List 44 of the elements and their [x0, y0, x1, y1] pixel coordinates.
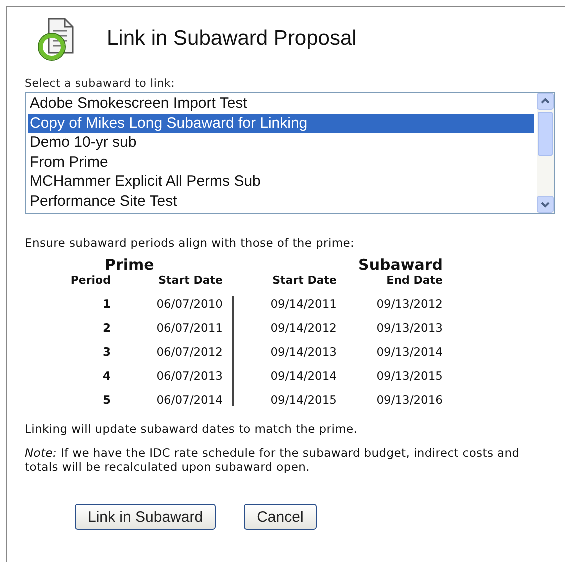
table-cell-text: 1	[102, 296, 111, 313]
column-header: End Date	[386, 274, 443, 289]
scroll-up-icon[interactable]	[537, 93, 554, 110]
table-cell-text: 3	[102, 344, 111, 361]
table-cell-text: 09/13/2012	[376, 296, 443, 313]
group-header: Prime	[104, 256, 156, 274]
list-item[interactable]: Demo 10-yr sub	[28, 133, 534, 152]
table-cell-text: 09/14/2013	[270, 344, 337, 361]
table-cell-text: 06/07/2012	[156, 344, 223, 361]
table-cell-text: 09/14/2011	[270, 296, 337, 313]
table-cell-text: 06/07/2013	[156, 368, 223, 385]
column-header: Period	[70, 274, 111, 289]
table-cell-text: 06/07/2010	[156, 296, 223, 313]
table-cell-text: 09/14/2014	[270, 368, 337, 385]
table-cell-text: 06/07/2011	[156, 320, 223, 337]
dialog-title: Link in Subaward Proposal	[107, 27, 357, 51]
table-cell-text: 4	[102, 368, 111, 385]
list-item[interactable]: Copy of Mikes Long Subaward for Linking	[28, 114, 534, 133]
table-cell-text: 09/14/2012	[270, 320, 337, 337]
list-label: Select a subaward to link:	[25, 77, 176, 90]
table-cell-text: 06/07/2014	[156, 392, 223, 409]
table-cell-text: 2	[102, 320, 111, 337]
table-cell-text: 09/13/2013	[376, 320, 443, 337]
group-header: Subaward	[358, 256, 443, 274]
list-item[interactable]: MCHammer Explicit All Perms Sub	[28, 172, 534, 192]
scrollbar-thumb[interactable]	[538, 112, 553, 156]
column-header: Start Date	[272, 274, 337, 289]
scrollbar[interactable]	[537, 93, 554, 213]
table-cell-text: 09/13/2016	[376, 392, 443, 409]
table-cell-text: 09/13/2015	[376, 368, 443, 385]
table-cell-text: 5	[102, 392, 111, 409]
instructions-text: Ensure subaward periods align with those of the prime:	[25, 236, 356, 250]
list-item[interactable]: Adobe Smokescreen Import Test	[28, 94, 534, 114]
scroll-down-icon[interactable]	[537, 196, 554, 213]
link-button[interactable]: Link in Subaward	[75, 504, 216, 530]
note-text: Note: If we have the IDC rate schedule for the subaward budget, indirect costs and totals will be recalculated upon subaward open.	[25, 446, 521, 474]
list-item[interactable]: From Prime	[28, 152, 534, 172]
subaward-listbox[interactable]: Adobe Smokescreen Import Test Copy of Mikes Long Subaward for Linking Demo 10-yr sub From Prime MCHammer Explicit All Perms Sub Performance Site Test	[25, 92, 555, 214]
list-item[interactable]: Performance Site Test	[28, 192, 534, 211]
column-header: Start Date	[158, 274, 223, 289]
linking-note: Linking will update subaward dates to match the prime.	[25, 422, 359, 436]
table-cell-text: 09/13/2014	[376, 344, 443, 361]
table-cell-text: 09/14/2015	[270, 392, 337, 409]
cancel-button[interactable]: Cancel	[244, 504, 317, 530]
